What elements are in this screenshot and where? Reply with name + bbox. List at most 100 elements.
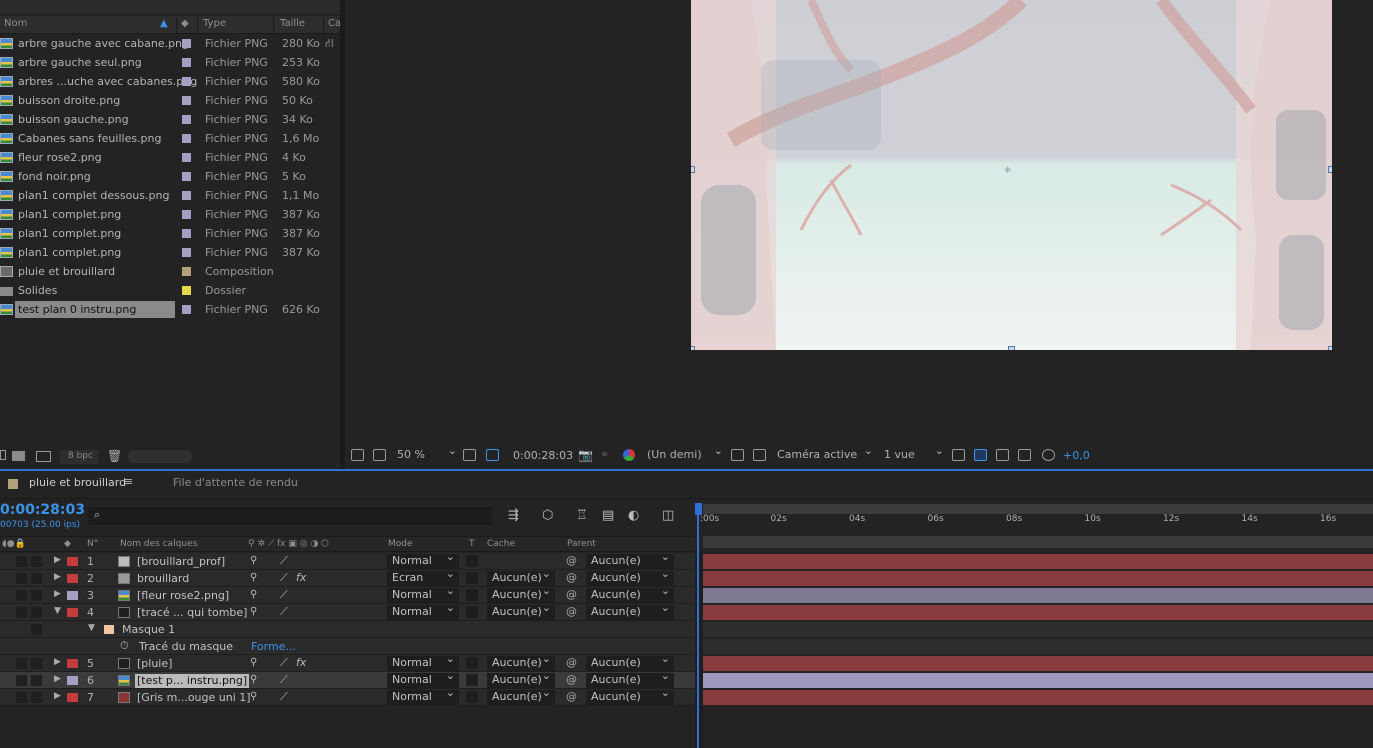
layer-row[interactable]: ▼ 4 [tracé ... qui tombe]⚲ ⟋ Normal Aucun(e) @… <box>0 601 695 621</box>
switches-icons[interactable]: ⚲ ✲ ⟋ fx ▣ ◎ ◑ ⬡ <box>248 539 329 549</box>
toggle-view-icon[interactable] <box>952 449 965 461</box>
preserve-transparency-toggle[interactable] <box>466 657 478 669</box>
chevron-right-icon[interactable]: ▶ <box>54 555 61 565</box>
transform-handle-left[interactable] <box>691 166 695 173</box>
project-search-input[interactable] <box>0 0 340 14</box>
quality-switch-icon[interactable]: ⟋ <box>280 554 288 568</box>
flowchart-icon[interactable]: ⛙ <box>325 36 333 52</box>
project-item[interactable]: Solides Dossier <box>0 281 325 300</box>
shy-switch-icon[interactable]: ⚲ <box>250 572 257 583</box>
draft-3d-icon[interactable]: ⬡ <box>542 508 553 523</box>
project-item[interactable]: plan1 complet dessous.png Fichier PNG 1,1 … <box>0 186 325 205</box>
layer-duration-bar[interactable] <box>703 588 1373 603</box>
layer-row[interactable]: ▶2brouillard⚲⟋fxEcranAucun(e)@Aucun(e) <box>0 567 695 587</box>
shy-switch-icon[interactable]: ⚲ <box>250 657 257 668</box>
track-matte-dropdown[interactable]: Aucun(e) <box>487 601 555 620</box>
lock-toggle[interactable] <box>31 573 42 584</box>
time-navigator[interactable] <box>703 536 1373 548</box>
label-color-swatch[interactable] <box>182 115 191 124</box>
project-item[interactable]: pluie et brouillard Composition <box>0 262 325 281</box>
label-color-swatch[interactable] <box>182 77 191 86</box>
column-cache[interactable]: Cache <box>487 539 515 549</box>
project-item[interactable]: Cabanes sans feuilles.png Fichier PNG 1,6 … <box>0 129 325 148</box>
column-number[interactable]: N° <box>87 539 98 549</box>
column-t[interactable]: T <box>469 539 475 549</box>
layer-duration-bar[interactable] <box>703 605 1373 620</box>
layer-duration-bar[interactable] <box>703 656 1373 671</box>
hide-shy-layers-icon[interactable]: ♖ <box>576 508 588 523</box>
show-snapshot-icon[interactable]: ⚭ <box>600 448 609 461</box>
parent-pickwhip-icon[interactable]: @ <box>566 656 577 669</box>
transform-handle-bottom-right[interactable] <box>1328 346 1332 350</box>
interpret-footage-icon[interactable] <box>0 450 6 460</box>
parent-pickwhip-icon[interactable]: @ <box>566 605 577 618</box>
preserve-transparency-toggle[interactable] <box>466 572 478 584</box>
lock-toggle[interactable] <box>31 556 42 567</box>
zoom-dropdown[interactable]: 50 % <box>395 444 457 464</box>
shy-switch-icon[interactable]: ⚲ <box>250 606 257 617</box>
fit-icon[interactable] <box>463 449 476 461</box>
quality-switch-icon[interactable]: ⟋ <box>280 605 288 619</box>
label-color-swatch[interactable] <box>182 191 191 200</box>
work-area-bar[interactable] <box>703 504 1373 514</box>
parent-pickwhip-icon[interactable]: @ <box>566 690 577 703</box>
layer-name[interactable]: [test p... instru.png] <box>135 674 250 688</box>
blend-mode-dropdown[interactable]: Normal <box>387 686 459 705</box>
project-item[interactable]: buisson droite.png Fichier PNG 50 Ko <box>0 91 325 110</box>
label-color-swatch[interactable] <box>182 39 191 48</box>
layer-name[interactable]: brouillard <box>137 572 189 585</box>
always-preview-icon[interactable] <box>351 449 364 461</box>
column-layer-name[interactable]: Nom des calques <box>120 539 197 549</box>
label-color-swatch[interactable] <box>182 153 191 162</box>
chevron-right-icon[interactable]: ▶ <box>54 674 61 684</box>
lock-toggle[interactable] <box>31 590 42 601</box>
layer-label-color[interactable] <box>67 676 78 685</box>
sort-ascending-icon[interactable]: ▲ <box>160 18 168 29</box>
layer-duration-bar[interactable] <box>703 554 1373 569</box>
frame-blending-icon[interactable]: ▤ <box>602 508 614 523</box>
column-parent[interactable]: Parent <box>567 539 596 549</box>
tab-pluie-et-brouillard[interactable]: pluie et brouillard <box>29 476 126 489</box>
parent-pickwhip-icon[interactable]: @ <box>566 554 577 567</box>
snapshot-icon[interactable]: 📷 <box>578 448 593 462</box>
project-item[interactable]: buisson gauche.png Fichier PNG 34 Ko <box>0 110 325 129</box>
parent-dropdown[interactable]: Aucun(e) <box>586 601 674 620</box>
project-item[interactable]: fond noir.png Fichier PNG 5 Ko <box>0 167 325 186</box>
label-color-swatch[interactable] <box>182 305 191 314</box>
parent-pickwhip-icon[interactable]: @ <box>566 673 577 686</box>
solo-toggle[interactable] <box>16 692 27 703</box>
shy-switch-icon[interactable]: ⚲ <box>250 589 257 600</box>
parent-pickwhip-icon[interactable]: @ <box>566 571 577 584</box>
transform-handle-bottom[interactable] <box>1008 346 1015 350</box>
label-tag-icon[interactable]: ◆ <box>181 18 189 29</box>
composition-mini-flowchart-icon[interactable]: ⇶ <box>508 508 519 523</box>
new-folder-icon[interactable] <box>12 451 25 461</box>
solo-toggle[interactable] <box>16 556 27 567</box>
chevron-down-icon[interactable]: ▼ <box>88 623 95 633</box>
layer-row[interactable]: ▶3[fleur rose2.png]⚲⟋NormalAucun(e)@Aucu… <box>0 584 695 604</box>
label-color-swatch[interactable] <box>182 96 191 105</box>
layer-row[interactable]: ▶6[test p... instru.png]⚲⟋NormalAucun(e)… <box>0 669 695 689</box>
transform-handle-bottom-left[interactable] <box>691 346 695 350</box>
chevron-down-icon[interactable]: ▼ <box>54 606 61 616</box>
layer-duration-bar[interactable] <box>703 673 1373 688</box>
layer-name[interactable]: [tracé ... qui tombe] <box>137 606 247 619</box>
project-item[interactable]: arbre gauche seul.png Fichier PNG 253 Ko <box>0 53 325 72</box>
stopwatch-icon[interactable]: ⏱ <box>120 639 129 653</box>
lock-toggle[interactable] <box>31 624 42 635</box>
transform-handle-right[interactable] <box>1328 166 1332 173</box>
solo-toggle[interactable] <box>16 675 27 686</box>
effects-switch-icon[interactable]: fx <box>296 656 306 669</box>
preserve-transparency-toggle[interactable] <box>466 589 478 601</box>
motion-blur-icon[interactable]: ◐ <box>628 508 639 523</box>
layer-label-color[interactable] <box>67 557 78 566</box>
mask-path-row[interactable]: ⏱ Tracé du masque Forme... <box>0 638 695 655</box>
anchor-point-icon[interactable]: ⌖ <box>1004 163 1011 178</box>
effects-switch-icon[interactable]: fx <box>296 571 306 584</box>
mask-row[interactable]: ▼ Masque 1 <box>0 621 695 638</box>
camera-dropdown[interactable]: Caméra active <box>775 444 873 464</box>
layer-label-color[interactable] <box>67 659 78 668</box>
bit-depth-button[interactable]: 8 bpc <box>60 450 98 464</box>
label-color-swatch[interactable] <box>182 210 191 219</box>
label-color-swatch[interactable] <box>182 58 191 67</box>
